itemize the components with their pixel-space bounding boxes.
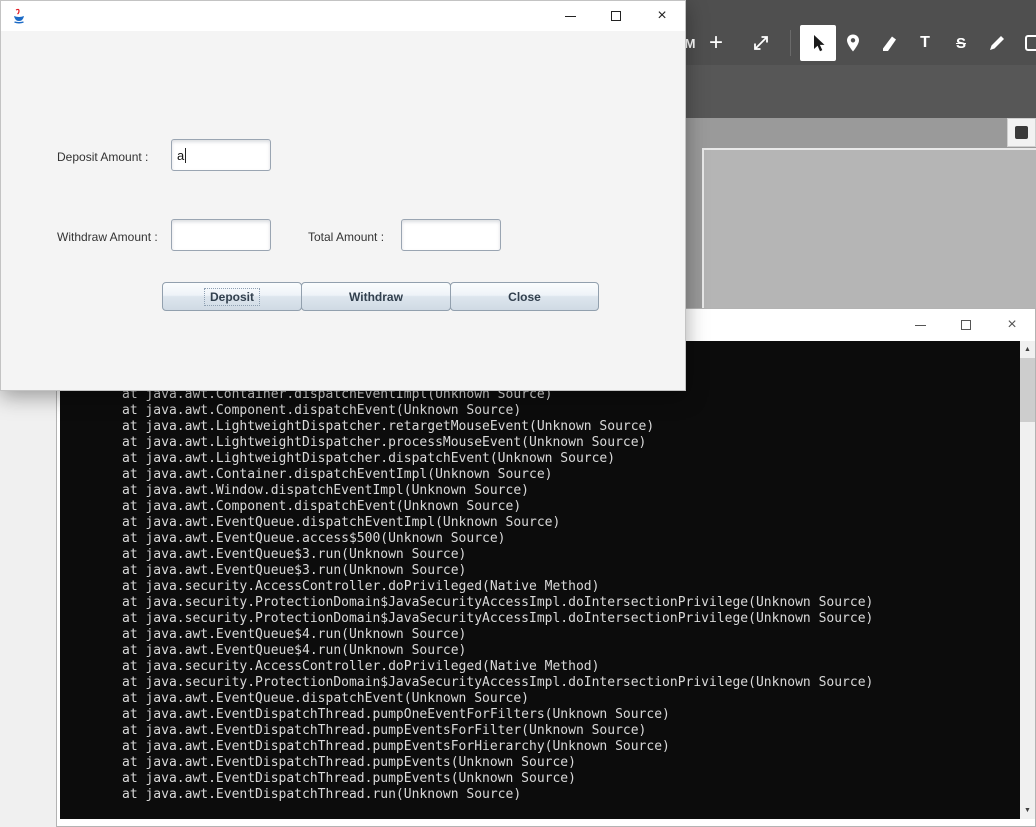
stack-trace-line: at java.awt.Component.dispatchEvent(Unkn…	[122, 499, 522, 514]
stack-trace-line: at java.security.AccessController.doPriv…	[122, 579, 600, 594]
stack-trace-line: at java.awt.EventDispatchThread.pumpEven…	[122, 755, 576, 770]
stack-trace-line: at java.awt.EventQueue$4.run(Unknown Sou…	[122, 627, 467, 642]
deposit-amount-label: Deposit Amount :	[57, 150, 149, 164]
stack-trace-line: at java.awt.EventQueue$4.run(Unknown Sou…	[122, 643, 467, 658]
console-maximize-button[interactable]	[943, 309, 989, 341]
stack-trace-line: at java.security.ProtectionDomain$JavaSe…	[122, 675, 874, 690]
close-icon: ×	[1007, 316, 1017, 333]
bank-minimize-button[interactable]	[547, 1, 593, 31]
annotation-canvas-band	[650, 65, 1036, 118]
stack-trace-line: at java.awt.EventQueue.dispatchEventImpl…	[122, 515, 561, 530]
zoom-in-button[interactable]: +	[704, 25, 728, 61]
bank-window-controls: ×	[547, 1, 685, 31]
deposit-amount-input[interactable]: a	[171, 139, 271, 171]
stack-trace-line: at java.awt.Window.dispatchEventImpl(Unk…	[122, 483, 529, 498]
stack-trace-line: at java.awt.EventQueue$3.run(Unknown Sou…	[122, 547, 467, 562]
plus-icon: +	[708, 29, 723, 56]
shape-icon	[1025, 35, 1036, 51]
close-icon: ×	[657, 7, 667, 24]
maximize-icon	[961, 320, 971, 330]
withdraw-button-label: Withdraw	[349, 289, 403, 304]
stack-trace-line: at java.security.ProtectionDomain$JavaSe…	[122, 595, 874, 610]
select-tool-button[interactable]	[800, 25, 836, 61]
side-panel-button[interactable]	[1007, 118, 1036, 147]
stack-trace-line: at java.awt.EventDispatchThread.pumpEven…	[122, 739, 670, 754]
text-tool-icon: T	[920, 34, 930, 51]
withdraw-button[interactable]: Withdraw	[301, 282, 451, 311]
stack-trace-line: at java.security.ProtectionDomain$JavaSe…	[122, 611, 874, 626]
stack-trace-line: at java.awt.EventQueue.dispatchEvent(Unk…	[122, 691, 529, 706]
deposit-amount-value: a	[177, 147, 185, 163]
stack-trace-line: at java.awt.EventQueue.access$500(Unknow…	[122, 531, 506, 546]
stack-trace-line: at java.security.AccessController.doPriv…	[122, 659, 600, 674]
marker-icon	[883, 36, 896, 51]
console-minimize-button[interactable]	[897, 309, 943, 341]
toolbar-separator	[790, 30, 791, 56]
strikethrough-tool-icon: S	[955, 34, 966, 52]
pen-icon	[990, 36, 1004, 50]
console-scrollbar[interactable]: ▲ ▼	[1020, 341, 1035, 819]
captured-region	[702, 148, 1036, 308]
stack-trace-line: at java.awt.EventDispatchThread.pumpOneE…	[122, 707, 670, 722]
console-output: at java.awt.Container.dispatchEventImpl(…	[60, 341, 1035, 819]
minimize-icon	[914, 324, 926, 326]
resize-button[interactable]	[749, 25, 773, 61]
stack-trace-line: at java.awt.LightweightDispatcher.dispat…	[122, 451, 616, 466]
stack-trace-line: at java.awt.LightweightDispatcher.proces…	[122, 435, 647, 450]
resize-diagonal-icon	[754, 36, 768, 50]
console-close-button[interactable]: ×	[989, 309, 1035, 341]
deposit-button-label: Deposit	[203, 287, 261, 306]
deposit-button[interactable]: Deposit	[162, 282, 302, 311]
bank-titlebar: ×	[1, 1, 685, 31]
bank-close-button[interactable]: ×	[639, 1, 685, 31]
close-button[interactable]: Close	[450, 282, 599, 311]
scrollbar-thumb[interactable]	[1020, 358, 1035, 422]
maximize-icon	[611, 11, 621, 21]
total-amount-input[interactable]	[401, 219, 501, 251]
bank-app-window: × Deposit Amount : a Withdraw Amount : T…	[0, 0, 686, 391]
java-logo-icon	[10, 7, 28, 25]
stack-trace-line: at java.awt.Component.dispatchEvent(Unkn…	[122, 403, 522, 418]
stack-trace-line: at java.awt.EventDispatchThread.run(Unkn…	[122, 787, 522, 802]
minimize-icon	[564, 15, 576, 17]
scroll-up-icon[interactable]: ▲	[1020, 341, 1035, 358]
text-caret	[185, 147, 187, 163]
stack-trace-line: at java.awt.EventDispatchThread.pumpEven…	[122, 771, 576, 786]
cursor-icon	[814, 35, 825, 52]
text-tool-button[interactable]: T	[915, 25, 935, 61]
withdraw-amount-input[interactable]	[171, 219, 271, 251]
marker-tool-button[interactable]	[878, 25, 900, 61]
side-panel-icon	[1015, 126, 1028, 139]
stack-trace-line: at java.awt.Container.dispatchEventImpl(…	[122, 467, 553, 482]
bank-maximize-button[interactable]	[593, 1, 639, 31]
pin-icon	[847, 34, 859, 52]
stack-trace-line: at java.awt.EventQueue$3.run(Unknown Sou…	[122, 563, 467, 578]
withdraw-amount-label: Withdraw Amount :	[57, 230, 158, 244]
pen-tool-button[interactable]	[986, 25, 1008, 61]
close-button-label: Close	[508, 289, 541, 304]
button-row: Deposit Withdraw Close	[162, 282, 599, 311]
stack-trace-line: at java.awt.EventDispatchThread.pumpEven…	[122, 723, 647, 738]
pin-tool-button[interactable]	[842, 25, 864, 61]
scroll-down-icon[interactable]: ▼	[1020, 802, 1035, 819]
strikethrough-tool-button[interactable]: S	[951, 25, 971, 61]
stack-trace: at java.awt.Container.dispatchEventImpl(…	[60, 387, 1020, 803]
total-amount-label: Total Amount :	[308, 230, 385, 244]
stack-trace-line: at java.awt.LightweightDispatcher.retarg…	[122, 419, 655, 434]
shape-tool-button[interactable]	[1022, 25, 1036, 61]
